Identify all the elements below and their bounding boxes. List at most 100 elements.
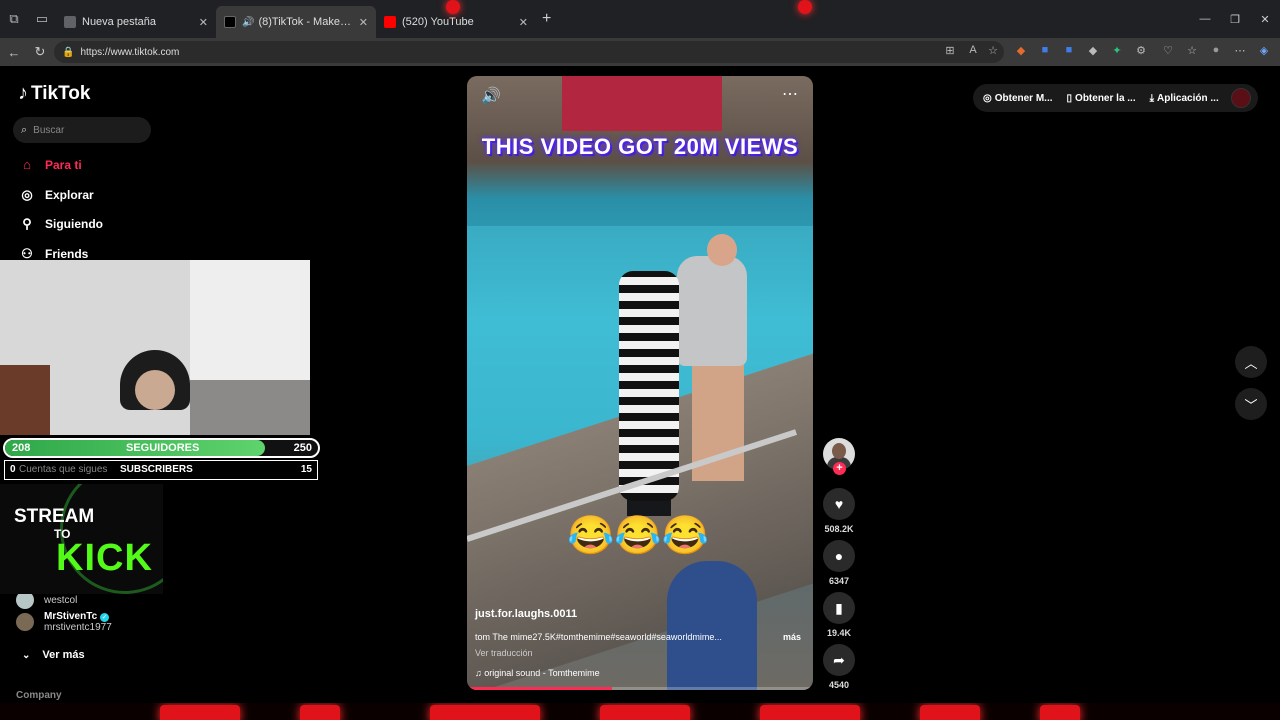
- tiktok-logo[interactable]: ♪ TikTok: [18, 82, 90, 105]
- browser-tab-tiktok[interactable]: 🔊 (8)TikTok - Make Your Day ✕: [216, 6, 376, 38]
- nav-label: Friends: [45, 247, 89, 261]
- video-progress-fill: [467, 687, 613, 690]
- copilot-icon[interactable]: ◈: [1257, 44, 1271, 57]
- comment-button[interactable]: ●: [823, 540, 855, 572]
- more-options-icon[interactable]: ⋯: [782, 84, 799, 104]
- kick-line-1: STREAM: [14, 506, 95, 527]
- extension-icon[interactable]: ◆: [1014, 44, 1028, 57]
- neon-light-decoration: [798, 0, 812, 14]
- save-count: 19.4K: [826, 628, 852, 638]
- save-button[interactable]: ▮: [823, 592, 855, 624]
- share-count: 4540: [828, 680, 850, 690]
- expand-description-button[interactable]: más: [783, 632, 801, 642]
- app-available-icon[interactable]: ⊞: [943, 44, 957, 57]
- more-menu-icon[interactable]: ⋯: [1233, 44, 1247, 57]
- see-more-button[interactable]: ⌄ Ver más: [22, 649, 85, 661]
- music-title: original sound - Tomthemime: [484, 668, 600, 678]
- profile-icon[interactable]: ●: [1209, 44, 1223, 56]
- get-app-button[interactable]: ▯ Obtener la ...: [1067, 93, 1136, 104]
- account-handle: mrstiventc1977: [44, 622, 112, 633]
- performance-icon[interactable]: ♡: [1161, 44, 1175, 57]
- video-author[interactable]: just.for.laughs.0011: [475, 608, 577, 620]
- home-icon: ⌂: [23, 157, 31, 172]
- close-tab-icon[interactable]: ✕: [519, 16, 528, 29]
- video-description: tom The mime27.5K#tomthemime#seaworld#se…: [475, 632, 722, 642]
- close-window-icon[interactable]: ✕: [1250, 0, 1280, 38]
- desktop-app-button[interactable]: ⤓ Aplicación ...: [1150, 93, 1219, 104]
- followers-goal: 250: [293, 442, 312, 454]
- extension-icon[interactable]: ✦: [1110, 44, 1124, 57]
- previous-video-button[interactable]: ︿: [1235, 346, 1267, 378]
- follow-plus-button[interactable]: +: [833, 462, 846, 475]
- extension-icon[interactable]: ■: [1038, 44, 1052, 56]
- speaker-icon[interactable]: 🔊: [242, 17, 254, 28]
- account-handle: westcol: [44, 594, 78, 606]
- avatar: [16, 613, 34, 631]
- nav-for-you[interactable]: ⌂ Para ti: [18, 157, 82, 172]
- extension-icon[interactable]: ◆: [1086, 44, 1100, 57]
- new-tab-button[interactable]: +: [542, 10, 551, 28]
- restore-icon[interactable]: ❐: [1220, 0, 1250, 38]
- tiktok-favicon: [224, 16, 236, 28]
- share-button[interactable]: ➦: [823, 644, 855, 676]
- get-coins-button[interactable]: ◎ Obtener M...: [983, 93, 1053, 104]
- lock-icon[interactable]: 🔒: [62, 47, 74, 58]
- collections-icon[interactable]: ☆: [1185, 44, 1199, 57]
- neon-letter: [760, 705, 860, 720]
- pill-label: Obtener M...: [994, 92, 1053, 104]
- logo-text: TikTok: [31, 82, 91, 104]
- following-account[interactable]: MrStivenTc ✓ mrstiventc1977: [16, 611, 112, 633]
- followers-goal-bar: 208 SEGUIDORES 250: [3, 438, 320, 458]
- search-input[interactable]: ⌕ Buscar: [13, 117, 151, 143]
- compass-icon: ◎: [21, 187, 33, 202]
- verified-badge-icon: ✓: [100, 613, 110, 622]
- like-button[interactable]: ♥: [823, 488, 855, 520]
- reload-icon[interactable]: ↻: [28, 44, 52, 60]
- video-caption-overlay: THIS VIDEO GOT 20M VIEWS: [481, 134, 799, 159]
- video-scene-spectator: [667, 561, 757, 690]
- music-link[interactable]: ♫ original sound - Tomthemime: [475, 668, 600, 678]
- webcam-bed: [190, 380, 310, 435]
- volume-icon[interactable]: 🔊: [481, 86, 501, 106]
- video-progress-bar[interactable]: [467, 687, 813, 690]
- company-link[interactable]: Company: [16, 690, 62, 701]
- profile-avatar[interactable]: [1231, 88, 1251, 108]
- nav-following[interactable]: ⚲ Siguiendo: [18, 216, 103, 232]
- nav-label: Siguiendo: [45, 217, 103, 231]
- subs-sub-label: Cuentas que sigues: [19, 464, 108, 475]
- like-count: 508.2K: [824, 524, 854, 534]
- translate-link[interactable]: Ver traducción: [475, 648, 533, 658]
- coin-icon: ◎: [983, 92, 992, 104]
- neon-letter: [920, 705, 980, 720]
- next-video-button[interactable]: ﹀: [1235, 388, 1267, 420]
- subs-label: SUBSCRIBERS: [120, 464, 193, 475]
- subs-goal: 15: [300, 464, 312, 475]
- browser-tab-new[interactable]: Nueva pestaña ✕: [56, 6, 216, 38]
- nav-label: Explorar: [45, 188, 94, 202]
- nav-explore[interactable]: ◎ Explorar: [18, 187, 94, 203]
- pill-label: Aplicación ...: [1157, 92, 1219, 104]
- comment-icon: ●: [834, 548, 844, 564]
- tab-favicon: [64, 16, 76, 28]
- kick-overlay: STREAM TO KICK: [0, 484, 163, 594]
- tab-actions-icon[interactable]: ▭: [28, 5, 56, 33]
- favorite-star-icon[interactable]: ☆: [986, 44, 1000, 57]
- video-scene-person: [707, 234, 737, 266]
- read-aloud-icon[interactable]: A: [966, 44, 980, 56]
- address-bar[interactable]: 🔒 https://www.tiktok.com: [54, 41, 1004, 63]
- tab-title: (520) YouTube: [402, 16, 474, 28]
- followers-current: 208: [12, 442, 31, 454]
- back-icon[interactable]: ←: [2, 45, 26, 60]
- heart-icon: ♥: [834, 496, 844, 512]
- chevron-down-icon: ﹀: [1244, 397, 1258, 413]
- extensions-puzzle-icon[interactable]: ⚙: [1134, 44, 1148, 57]
- followers-label: SEGUIDORES: [126, 442, 200, 454]
- workspaces-icon[interactable]: ⧉: [0, 5, 28, 33]
- close-tab-icon[interactable]: ✕: [359, 16, 368, 29]
- tiktok-note-icon: ♪: [18, 82, 28, 104]
- video-player[interactable]: 🔊 ⋯ THIS VIDEO GOT 20M VIEWS 😂😂😂 just.fo…: [467, 76, 813, 690]
- download-icon: ⤓: [1149, 92, 1155, 104]
- minimize-icon[interactable]: —: [1190, 0, 1220, 38]
- extension-icon[interactable]: ■: [1062, 44, 1076, 56]
- close-tab-icon[interactable]: ✕: [199, 16, 208, 29]
